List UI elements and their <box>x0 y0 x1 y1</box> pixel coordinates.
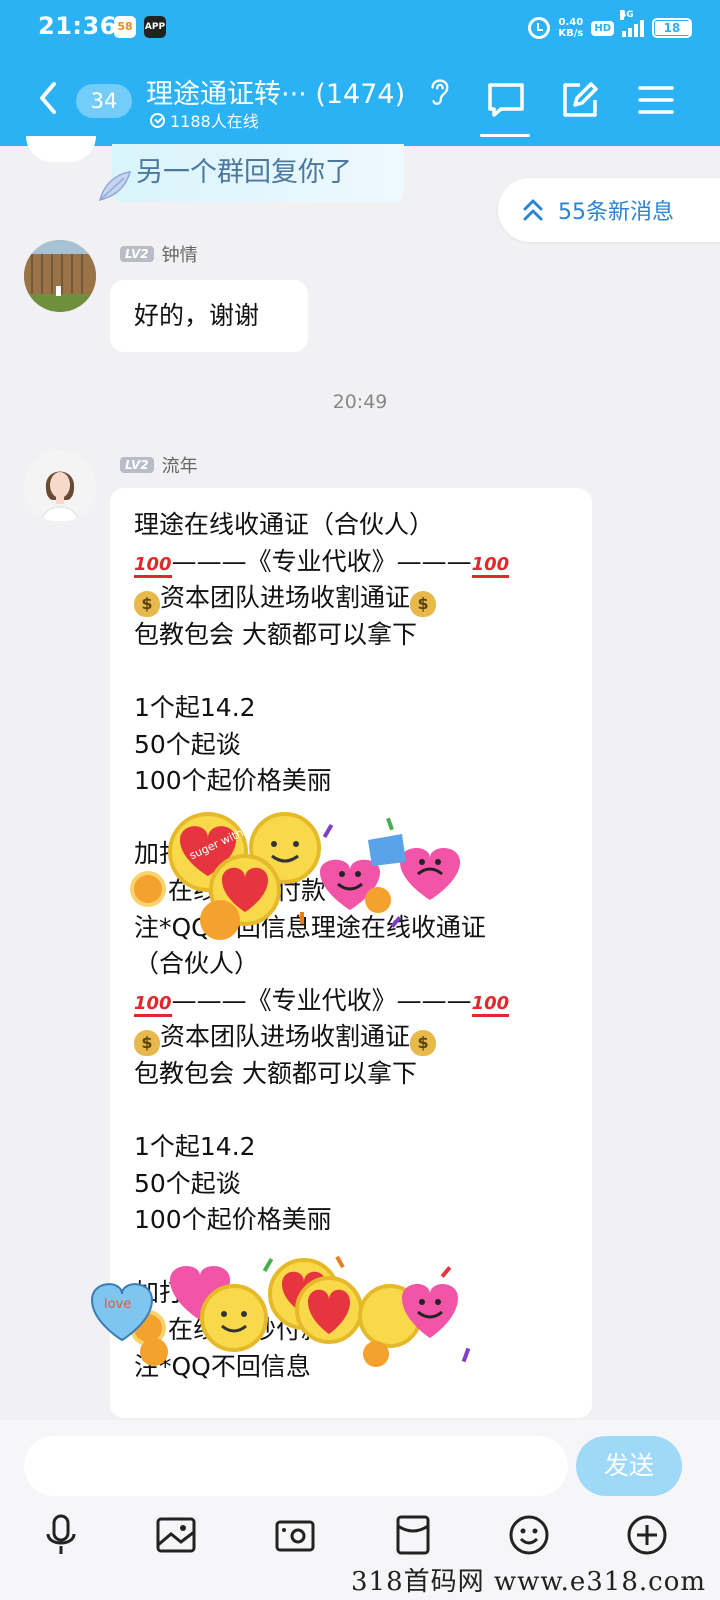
previous-message-bubble[interactable]: 另一个群回复你了 <box>112 144 404 202</box>
message-line: 包教包会 大额都可以拿下 <box>134 619 417 649</box>
message-line: 50个起谈 <box>134 729 241 759</box>
network-type-label: 4G <box>620 10 634 20</box>
sun-icon <box>134 1314 162 1343</box>
top-bar: 21:36 58 APP 0.40 KB/s HD 4G 18 34 理途通证转… <box>0 0 720 146</box>
feather-icon <box>98 171 132 202</box>
level-badge: LV2 <box>120 246 154 262</box>
message-line: 100个起价格美丽 <box>134 766 332 796</box>
ear-icon[interactable] <box>428 76 450 108</box>
network-speed: 0.40 KB/s <box>558 17 583 39</box>
sender-name[interactable]: 流年 <box>162 452 198 478</box>
message-line: 在线收 秒付款 <box>134 872 568 909</box>
red-packet-icon[interactable] <box>390 1512 436 1558</box>
plus-icon[interactable] <box>624 1512 670 1558</box>
message-line: （合伙人） <box>134 949 260 979</box>
network-speed-value: 0.40 <box>558 17 584 28</box>
emoji-icon[interactable] <box>506 1512 552 1558</box>
message-timestamp: 20:49 <box>332 391 388 413</box>
hundred-points-icon: 100 <box>134 993 172 1017</box>
online-count: 1188人在线 <box>150 108 259 132</box>
hundred-points-icon: 100 <box>471 993 510 1017</box>
message-line: 100———《专业代收》———100 <box>134 546 510 578</box>
level-badge: LV2 <box>120 457 154 473</box>
microphone-icon[interactable] <box>38 1512 84 1558</box>
edit-icon[interactable] <box>560 80 600 120</box>
money-bag-icon: $ <box>410 591 437 618</box>
hundred-points-icon: 100 <box>134 554 172 578</box>
chat-icon[interactable] <box>486 80 526 120</box>
new-messages-label: 55条新消息 <box>558 200 674 225</box>
active-tab-indicator <box>480 134 530 137</box>
send-button[interactable]: 发送 <box>576 1436 682 1496</box>
message-line: 加打款） <box>134 1278 235 1308</box>
message-line <box>134 652 568 689</box>
new-messages-button[interactable]: 55条新消息 <box>498 178 720 242</box>
message-bubble[interactable]: 好的，谢谢 <box>110 280 308 352</box>
online-check-icon <box>150 112 165 128</box>
message-line: 注*QQ不回信息 <box>134 1351 311 1381</box>
message-line: 注*QQ不回信息理途在线收通证 <box>134 912 486 942</box>
alarm-icon <box>528 17 551 39</box>
message-line: $ 资本团队进场收割通证 $ <box>134 1018 568 1057</box>
message-line <box>134 1092 568 1129</box>
message-input[interactable] <box>24 1436 568 1496</box>
sun-icon <box>134 874 162 903</box>
message-line: 1个起14.2 <box>134 692 256 722</box>
message-line: 100———《专业代收》———100 <box>134 985 510 1017</box>
sender-name[interactable]: 钟情 <box>162 241 198 267</box>
message-line <box>134 799 568 836</box>
menu-icon[interactable] <box>636 80 676 120</box>
battery-level: 18 <box>663 21 681 35</box>
unread-count-badge[interactable]: 34 <box>76 84 132 118</box>
online-count-label: 1188人在线 <box>170 112 259 131</box>
signal-icon: 4G <box>620 10 644 37</box>
money-bag-icon: $ <box>410 1030 437 1057</box>
image-icon[interactable] <box>153 1512 199 1558</box>
money-bag-icon: $ <box>134 1030 160 1057</box>
double-chevron-up-icon <box>523 199 543 221</box>
back-icon[interactable] <box>36 80 60 116</box>
watermark: 318首码网 www.e318.com <box>351 1567 706 1597</box>
message-line: 包教包会 大额都可以拿下 <box>134 1058 417 1088</box>
app-notification-icon-2: APP <box>144 16 166 38</box>
message-line: 1个起14.2 <box>134 1132 256 1162</box>
message-line: 50个起谈 <box>134 1168 241 1198</box>
message-line: 100个起价格美丽 <box>134 1205 332 1235</box>
network-speed-unit: KB/s <box>558 28 584 39</box>
status-indicators: 0.40 KB/s HD 4G 18 <box>528 10 692 42</box>
status-time: 21:36 <box>38 12 117 40</box>
camera-icon[interactable] <box>272 1512 318 1558</box>
avatar[interactable] <box>24 240 96 312</box>
money-bag-icon: $ <box>134 591 160 618</box>
message-line <box>134 1238 568 1275</box>
message-line: 理途在线收通证（合伙人） <box>134 510 435 539</box>
group-title[interactable]: 理途通证转··· (1474) <box>146 72 405 111</box>
avatar[interactable] <box>24 450 96 522</box>
battery-icon: 18 <box>652 18 692 38</box>
hd-icon: HD <box>591 20 614 36</box>
message-line: 加打款） <box>134 839 235 869</box>
hundred-points-icon: 100 <box>471 554 510 578</box>
message-bubble[interactable]: 理途在线收通证（合伙人） 100———《专业代收》———100 $ 资本团队进场收… <box>110 488 592 1418</box>
sender-line: LV2 流年 <box>120 452 198 478</box>
app-notification-icon: 58 <box>114 16 136 38</box>
status-bar: 21:36 58 APP 0.40 KB/s HD 4G 18 <box>0 0 720 56</box>
message-line: $ 资本团队进场收割通证 $ <box>134 579 568 618</box>
previous-avatar[interactable] <box>26 136 96 162</box>
message-line: 在线收 秒付款 <box>134 1311 568 1348</box>
sender-line: LV2 钟情 <box>120 241 198 267</box>
